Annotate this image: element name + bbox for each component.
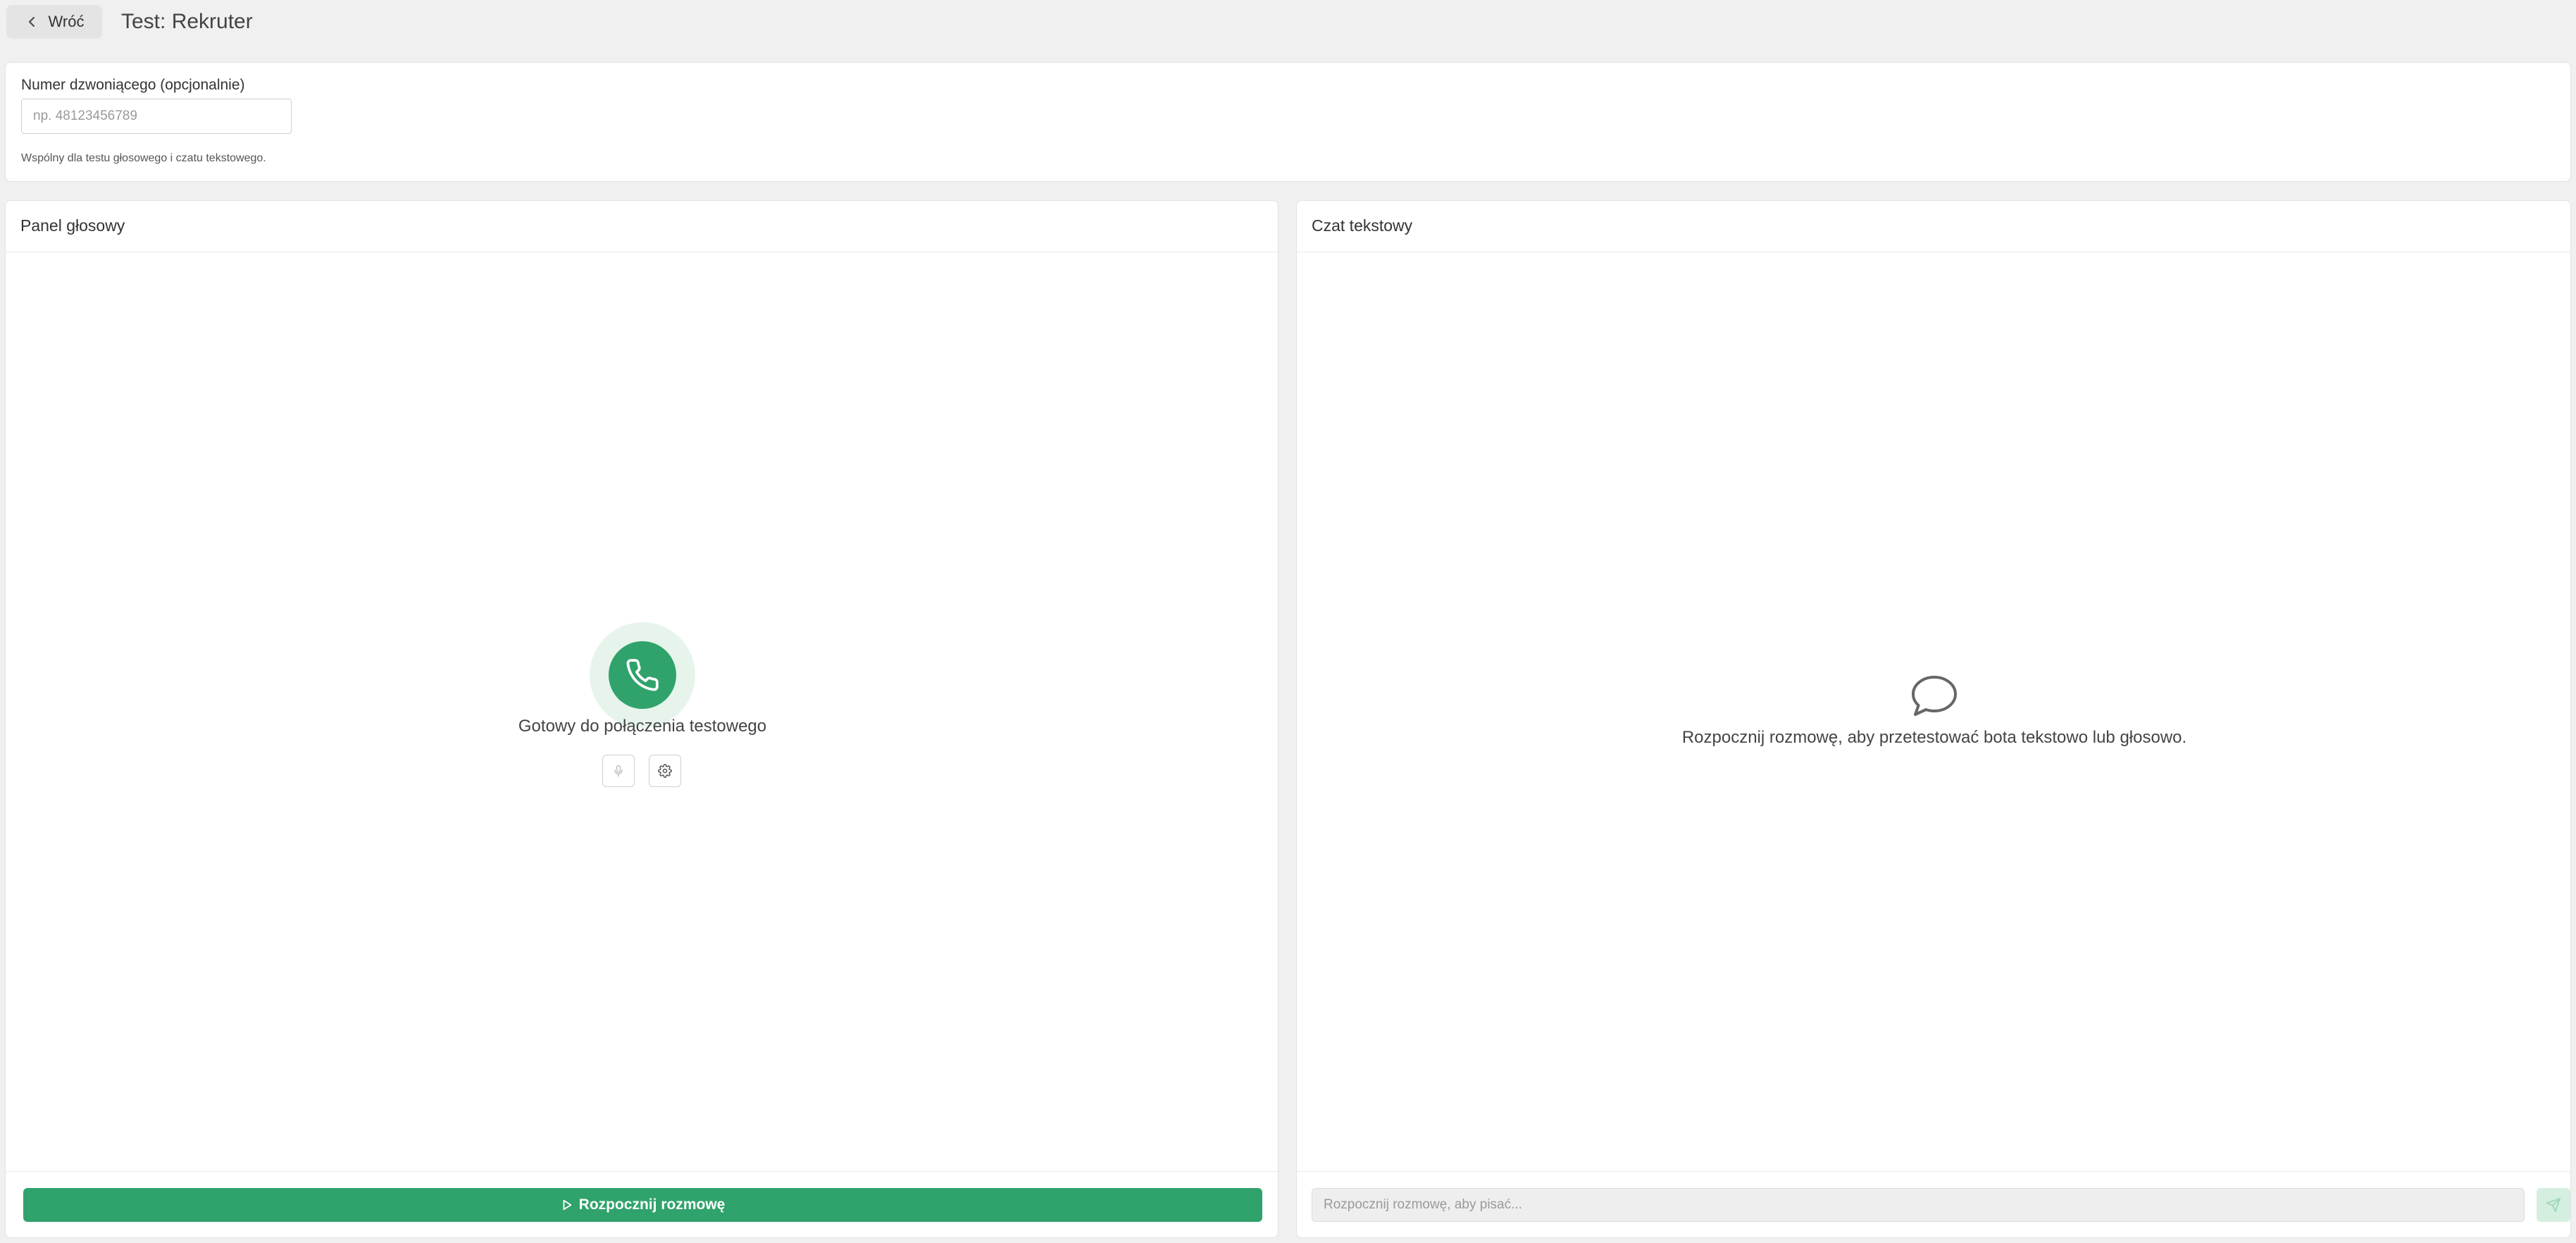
page-title: Test: Rekruter xyxy=(121,10,253,33)
play-icon xyxy=(563,1199,571,1211)
voice-panel-header: Panel głosowy xyxy=(6,201,1278,252)
voice-panel-footer: Rozpocznij rozmowę xyxy=(6,1171,1278,1237)
start-conversation-label: Rozpocznij rozmowę xyxy=(578,1196,726,1213)
phone-status-indicator xyxy=(590,622,695,728)
caller-number-label: Numer dzwoniącego (opcjonalnie) xyxy=(21,77,245,93)
gear-icon xyxy=(658,764,672,778)
chat-panel-footer xyxy=(1297,1171,2570,1237)
page-header: Wróć Test: Rekruter xyxy=(0,0,2576,44)
send-icon xyxy=(2546,1197,2561,1213)
voice-panel-title: Panel głosowy xyxy=(20,216,125,235)
back-button[interactable]: Wróć xyxy=(6,5,102,39)
chat-empty-message: Rozpocznij rozmowę, aby przetestować bot… xyxy=(1681,728,2187,747)
chevron-left-icon xyxy=(28,17,35,27)
microphone-icon xyxy=(614,765,623,777)
caller-number-hint: Wspólny dla testu głosowego i czatu teks… xyxy=(21,152,266,164)
phone-icon xyxy=(626,659,659,691)
caller-number-card: Numer dzwoniącego (opcjonalnie) Wspólny … xyxy=(5,62,2571,182)
chat-message-input[interactable] xyxy=(1312,1188,2525,1222)
chat-panel-title: Czat tekstowy xyxy=(1312,216,1413,235)
microphone-button[interactable] xyxy=(602,755,635,787)
back-button-label: Wróć xyxy=(48,13,85,30)
chat-bubble-icon xyxy=(1912,676,1957,716)
chat-panel-header: Czat tekstowy xyxy=(1297,201,2570,252)
caller-number-input[interactable] xyxy=(21,99,292,134)
voice-status-text: Gotowy do połączenia testowego xyxy=(518,717,767,736)
text-chat-panel: Czat tekstowy Rozpocznij rozmowę, aby pr… xyxy=(1296,200,2571,1238)
phone-circle xyxy=(609,641,676,709)
voice-panel: Panel głosowy Gotowy do połączenia testo… xyxy=(5,200,1278,1238)
send-button[interactable] xyxy=(2537,1188,2570,1222)
settings-button[interactable] xyxy=(649,755,681,787)
start-conversation-button[interactable]: Rozpocznij rozmowę xyxy=(23,1188,1262,1222)
